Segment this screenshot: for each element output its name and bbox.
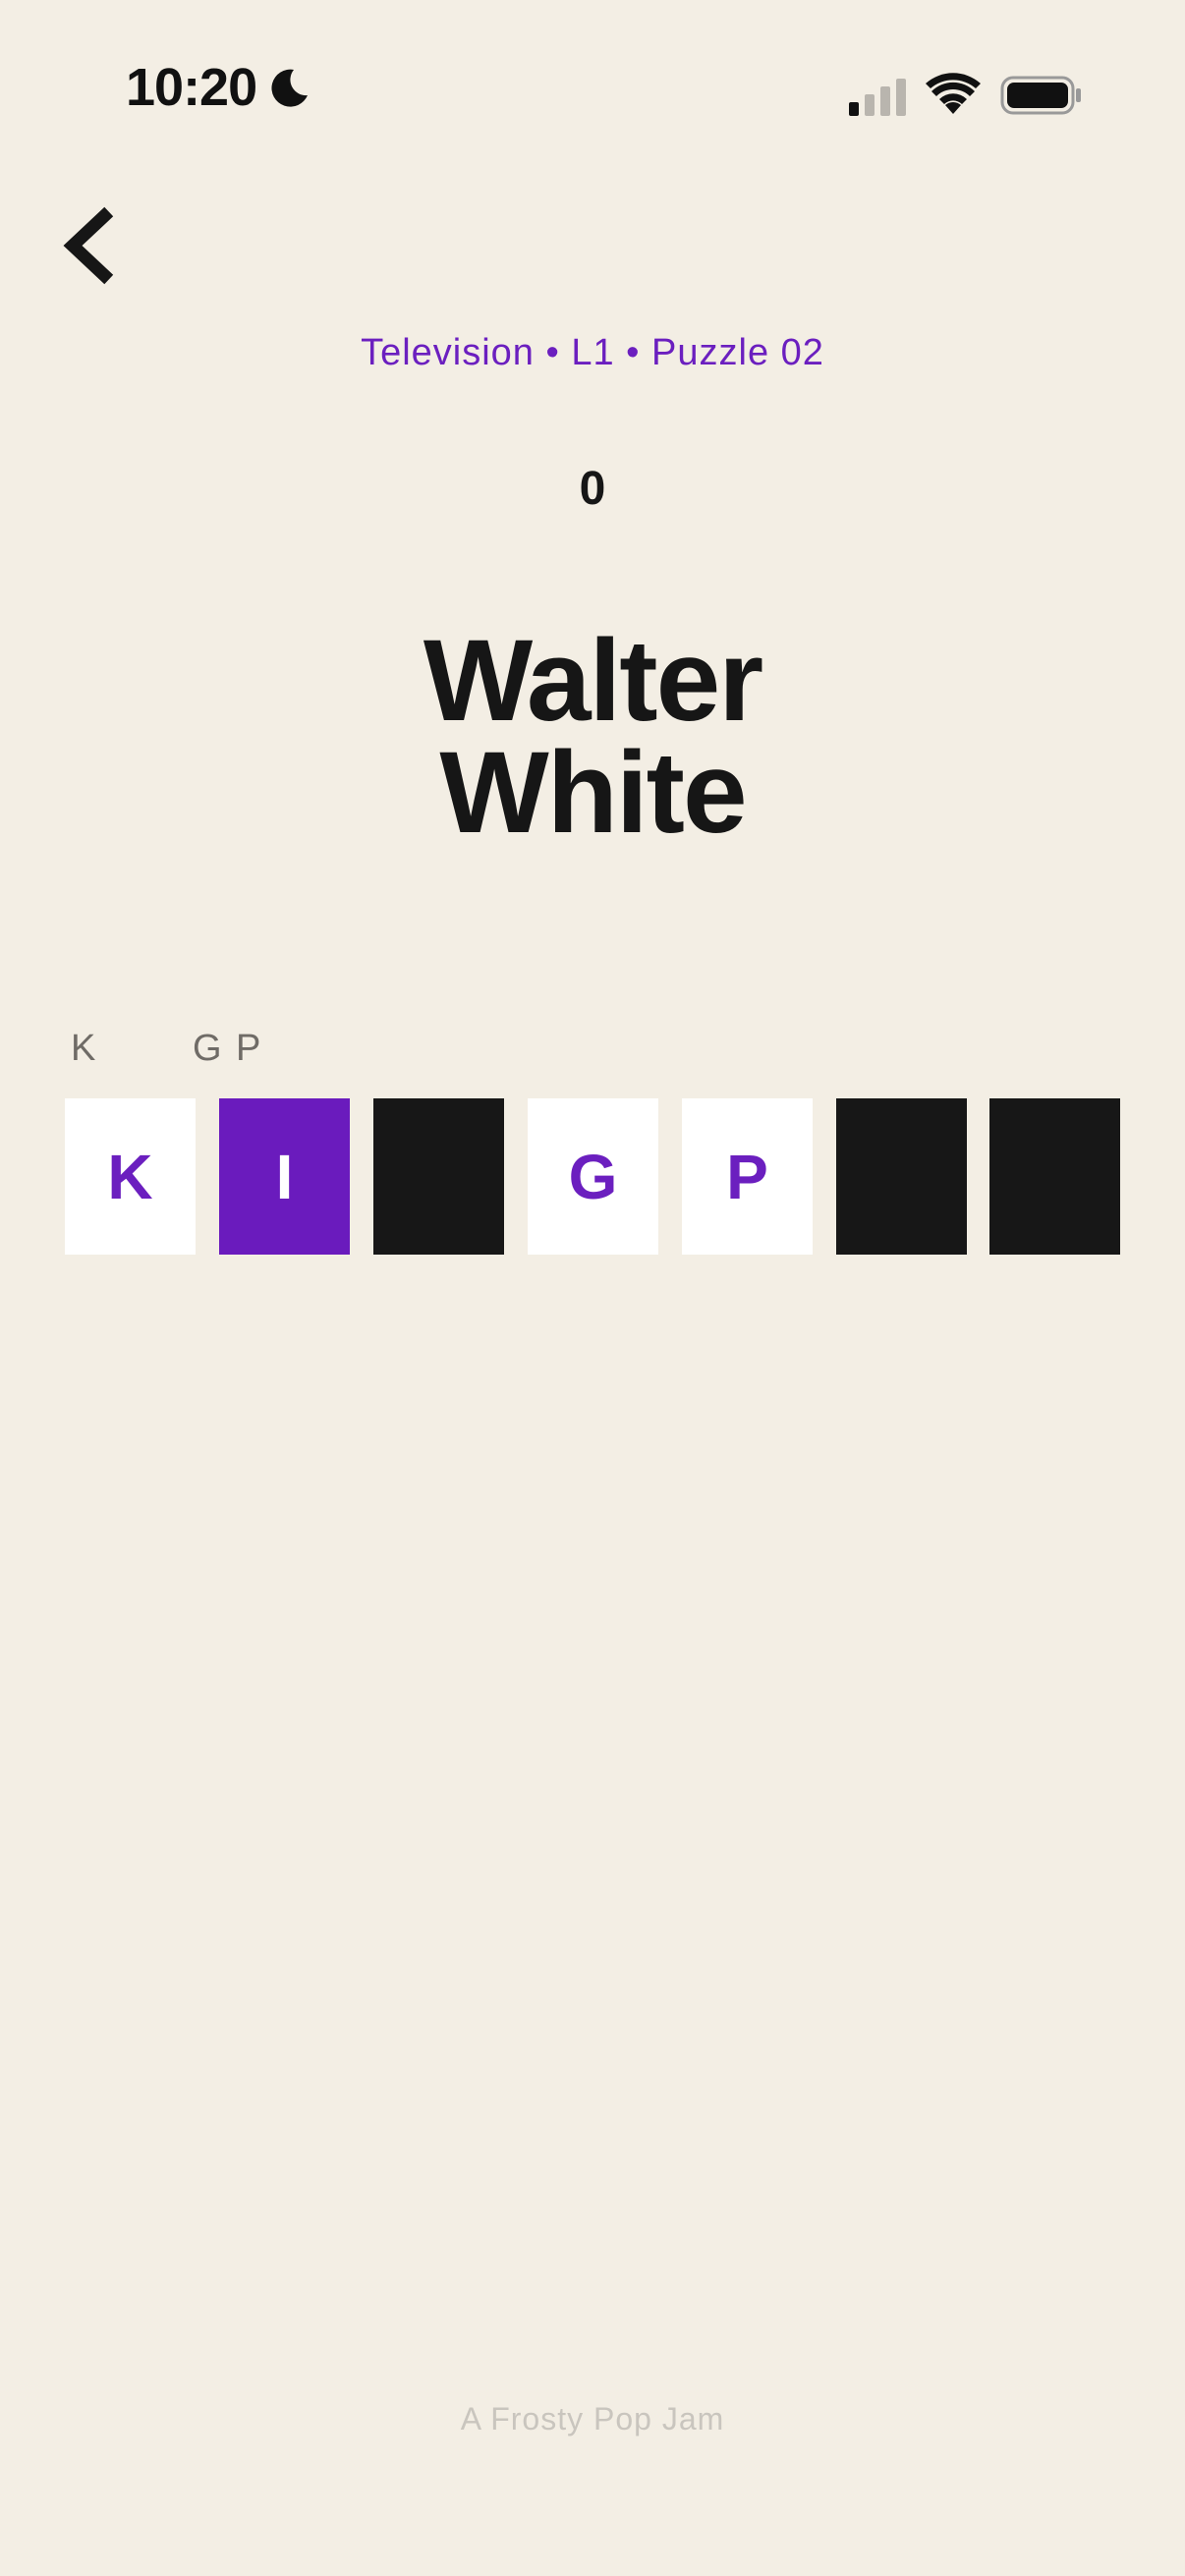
letter-tile-hidden[interactable] [836, 1098, 967, 1255]
status-time-group: 10:20 [126, 61, 311, 114]
clue-text: Walter White [0, 616, 1185, 858]
letter-tile[interactable]: P [682, 1098, 813, 1255]
status-time: 10:20 [126, 58, 257, 117]
hint-letters: K G P [0, 1028, 1185, 1077]
hint-letter: P [236, 1028, 261, 1069]
hint-letter: G [193, 1028, 222, 1069]
wifi-icon [926, 73, 981, 114]
status-bar: 10:20 [0, 0, 1185, 196]
letter-tile-selected[interactable]: I [219, 1098, 350, 1255]
puzzle-subtitle: Television • L1 • Puzzle 02 [361, 332, 824, 373]
cellular-signal-icon [849, 79, 906, 116]
battery-icon [1000, 76, 1081, 115]
letter-tile-hidden[interactable] [373, 1098, 504, 1255]
hint-letter: K [71, 1028, 96, 1069]
moon-icon [271, 69, 309, 107]
footer-credit: A Frosty Pop Jam [460, 2401, 725, 2436]
back-button[interactable] [57, 206, 126, 285]
answer-tiles: K I G P [0, 1098, 1185, 1256]
letter-tile[interactable]: G [528, 1098, 658, 1255]
clue-line-1: Walter [423, 616, 763, 746]
letter-tile[interactable]: K [65, 1098, 196, 1255]
score-counter: 0 [579, 463, 606, 515]
chevron-left-icon [63, 206, 114, 285]
letter-tile-hidden[interactable] [989, 1098, 1120, 1255]
clue-line-2: White [439, 728, 747, 858]
